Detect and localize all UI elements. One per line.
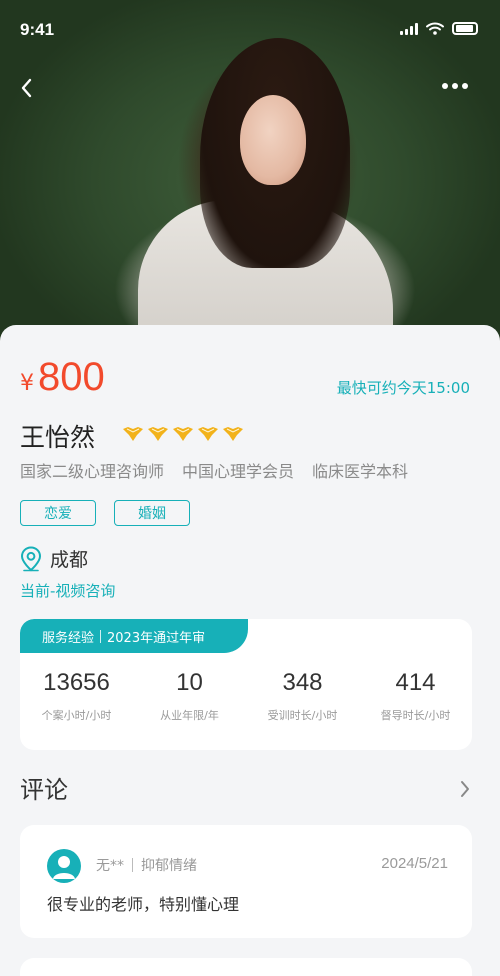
comment-user: 无** xyxy=(96,858,124,874)
star-icon xyxy=(123,427,143,441)
stat-value: 414 xyxy=(395,669,436,696)
topic-chips: 恋爱 婚姻 xyxy=(20,500,190,526)
chevron-right-icon[interactable] xyxy=(458,779,472,799)
stat-supervision: 414 督导时长/小时 xyxy=(359,669,472,723)
stat-label: 从业年限/年 xyxy=(160,709,219,722)
comment-text: 很专业的老师，特别懂心理 xyxy=(47,895,240,914)
status-icons xyxy=(400,22,478,35)
signal-icon xyxy=(400,22,418,35)
rating-stars xyxy=(122,425,244,443)
credential-item: 中国心理学会员 xyxy=(182,462,295,481)
service-ribbon: 服务经验 2023年通过年审 xyxy=(20,619,248,653)
stat-value: 348 xyxy=(282,669,323,696)
credential-item: 国家二级心理咨询师 xyxy=(20,462,165,481)
credential-item: 临床医学本科 xyxy=(312,462,409,481)
stat-cases: 13656 个案小时/小时 xyxy=(20,669,133,723)
star-icon xyxy=(223,427,243,441)
back-icon[interactable] xyxy=(14,74,42,102)
photo-face xyxy=(240,95,306,185)
stat-label: 督导时长/小时 xyxy=(380,709,451,722)
ribbon-audit: 2023年通过年审 xyxy=(107,630,206,646)
ribbon-divider xyxy=(100,629,102,643)
price-value: 800 xyxy=(38,355,105,399)
price: ¥ 800 xyxy=(20,355,105,400)
comment-meta: 无** 抑郁情绪 xyxy=(96,855,197,875)
comment-card[interactable]: 无** 抑郁情绪 2024/5/21 很专业的老师，特别懂心理 xyxy=(20,825,472,938)
status-time: 9:41 xyxy=(20,20,55,39)
topic-chip[interactable]: 恋爱 xyxy=(20,500,96,526)
ribbon-title: 服务经验 xyxy=(42,630,95,646)
location: 成都 xyxy=(20,545,88,572)
location-pin-icon xyxy=(20,545,42,571)
credentials: 国家二级心理咨询师 中国心理学会员 临床医学本科 xyxy=(20,458,408,482)
user-avatar-icon xyxy=(47,849,81,883)
counselor-name: 王怡然 xyxy=(20,423,96,452)
city-label: 成都 xyxy=(50,549,89,571)
consult-mode: 当前-视频咨询 xyxy=(20,582,116,600)
stat-training: 348 受训时长/小时 xyxy=(246,669,359,723)
earliest-available: 最快可约今天15:00 xyxy=(336,379,470,397)
stat-label: 个案小时/小时 xyxy=(41,709,112,722)
star-icon xyxy=(148,427,168,441)
comment-tag: 抑郁情绪 xyxy=(141,858,197,874)
comment-card-next[interactable] xyxy=(20,958,472,976)
stat-value: 13656 xyxy=(43,669,110,696)
wifi-icon xyxy=(426,22,444,35)
star-icon xyxy=(198,427,218,441)
star-icon xyxy=(173,427,193,441)
more-icon[interactable] xyxy=(442,78,472,94)
currency-symbol: ¥ xyxy=(20,371,34,396)
comments-title: 评论 xyxy=(20,776,68,804)
service-stats-card: 服务经验 2023年通过年审 13656 个案小时/小时 10 从业年限/年 3… xyxy=(20,619,472,750)
topic-chip[interactable]: 婚姻 xyxy=(114,500,190,526)
meta-divider xyxy=(132,858,133,872)
stat-value: 10 xyxy=(176,669,203,696)
stat-label: 受训时长/小时 xyxy=(267,709,338,722)
battery-icon xyxy=(452,22,478,35)
status-bar: 9:41 xyxy=(0,0,500,60)
stat-years: 10 从业年限/年 xyxy=(133,669,246,723)
comment-date: 2024/5/21 xyxy=(381,855,448,872)
stats-grid: 13656 个案小时/小时 10 从业年限/年 348 受训时长/小时 414 … xyxy=(20,669,472,723)
